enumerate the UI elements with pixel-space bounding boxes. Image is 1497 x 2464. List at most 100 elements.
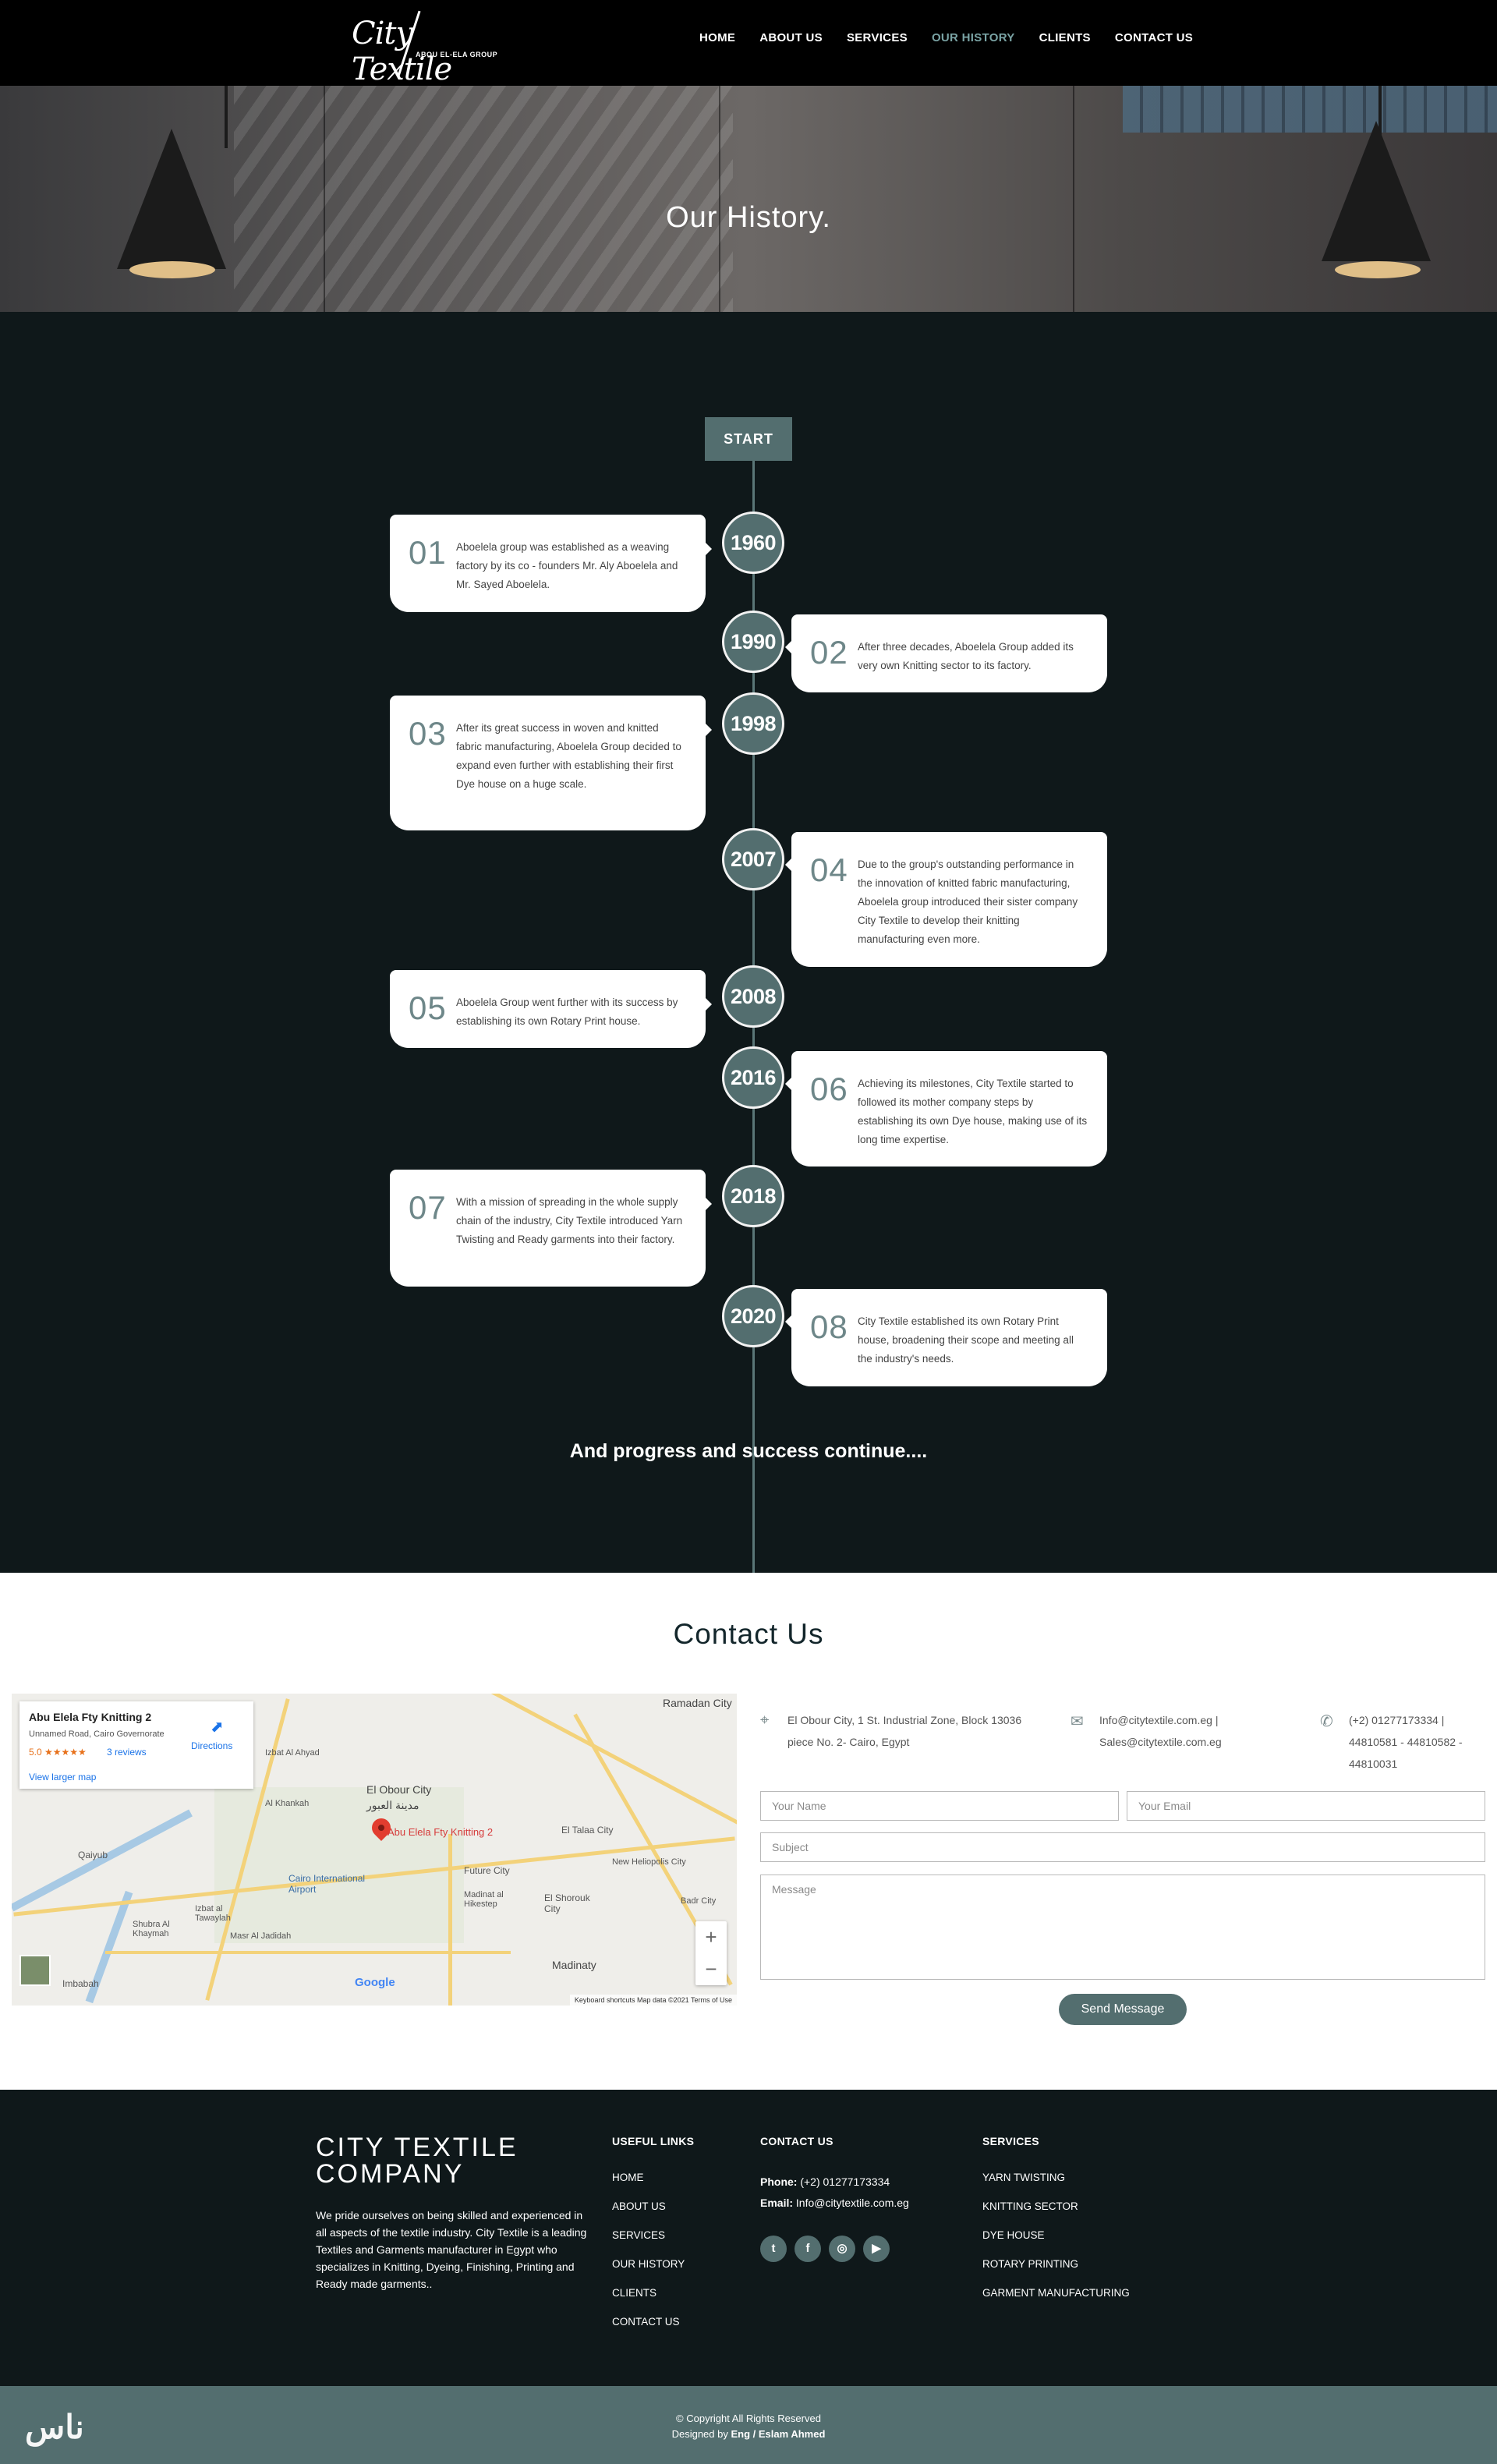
services-heading: SERVICES [982, 2135, 1039, 2147]
timeline-card-number: 04 [810, 851, 848, 888]
zoom-out-button[interactable]: − [695, 1953, 727, 1985]
copyright-bar: ناس © Copyright All Rights Reserved Desi… [0, 2386, 1497, 2464]
contact-phones: (+2) 01277173334 | 44810581 - 44810582 -… [1349, 1714, 1463, 1770]
phone-icon: ✆ [1320, 1713, 1333, 1730]
google-map[interactable]: Ramadan City El Obour City مدينة العبور … [12, 1694, 737, 2006]
email-input[interactable]: Your Email [1127, 1791, 1485, 1821]
timeline-card-number: 07 [409, 1189, 447, 1226]
twitter-icon[interactable]: t [760, 2236, 787, 2262]
timeline-start-badge: START [705, 417, 792, 461]
designed-by-label: Designed by [671, 2428, 728, 2440]
timeline-card-number: 01 [409, 534, 447, 571]
location-pin-icon: ⌖ [760, 1712, 770, 1729]
facebook-icon[interactable]: f [795, 2236, 821, 2262]
map-label: Badr City [681, 1896, 717, 1906]
map-label: Cairo International Airport [288, 1873, 366, 1895]
timeline-year: 2020 [722, 1285, 784, 1347]
timeline-card: 07 With a mission of spreading in the wh… [390, 1170, 712, 1287]
hero-banner: Our History. [0, 86, 1497, 312]
timeline-card-text: Achieving its milestones, City Textile s… [858, 1078, 1088, 1145]
footer-service-knitting-sector[interactable]: KNITTING SECTOR [982, 2200, 1130, 2229]
map-label: Shubra Al Khaymah [133, 1920, 170, 1938]
footer-link-our-history[interactable]: OUR HISTORY [612, 2258, 685, 2287]
map-label: New Heliopolis City [612, 1857, 686, 1867]
google-logo: Google [355, 1976, 395, 1989]
nav-home[interactable]: HOME [699, 31, 735, 44]
contact-emails: Info@citytextile.com.eg | Sales@citytext… [1099, 1714, 1222, 1748]
map-rating: 5.0 ★★★★★ [29, 1747, 87, 1758]
footer-link-services[interactable]: SERVICES [612, 2229, 685, 2258]
site-footer: CITY TEXTILE COMPANY We pride ourselves … [0, 2090, 1497, 2386]
timeline-card-text: Aboelela Group went further with its suc… [456, 997, 678, 1027]
map-attribution[interactable]: Keyboard shortcuts Map data ©2021 Terms … [569, 1995, 737, 2006]
footer-link-about-us[interactable]: ABOUT US [612, 2200, 685, 2229]
site-logo[interactable]: City Textile ABOU EL-ELA GROUP [316, 0, 499, 87]
nav-our-history[interactable]: OUR HISTORY [932, 31, 1015, 44]
designed-by-line: Designed by Eng / Eslam Ahmed [0, 2427, 1497, 2442]
footer-link-contact-us[interactable]: CONTACT US [612, 2316, 685, 2345]
footer-contact-heading: CONTACT US [760, 2135, 833, 2147]
footer-link-home[interactable]: HOME [612, 2172, 685, 2200]
envelope-icon: ✉ [1071, 1713, 1084, 1730]
timeline-card-text: City Textile established its own Rotary … [858, 1315, 1074, 1365]
map-road [448, 1834, 452, 2006]
timeline-card: 08 City Textile established its own Rota… [785, 1289, 1107, 1386]
designer-name[interactable]: Eng / Eslam Ahmed [731, 2428, 826, 2440]
pendant-lamp [1322, 121, 1431, 261]
contact-section: Contact Us Ramadan City El Obour City مد… [0, 1573, 1497, 2090]
timeline-card-number: 02 [810, 634, 848, 671]
timeline-card-number: 05 [409, 989, 447, 1026]
nav-clients[interactable]: CLIENTS [1039, 31, 1091, 44]
hero-window [1123, 86, 1497, 133]
subject-input[interactable]: Subject [760, 1832, 1485, 1862]
map-road [105, 1951, 511, 1954]
lamp-glow [129, 261, 215, 278]
directions-link[interactable]: Directions [191, 1740, 232, 1751]
timeline-card-text: Due to the group's outstanding performan… [858, 859, 1078, 945]
timeline-card-text: After three decades, Aboelela Group adde… [858, 641, 1074, 671]
nav-about-us[interactable]: ABOUT US [759, 31, 823, 44]
hero-panel-seam [719, 86, 720, 312]
nav-contact-us[interactable]: CONTACT US [1115, 31, 1193, 44]
map-label: Abu Elela Fty Knitting 2 [388, 1826, 494, 1838]
map-label: Qaiyub [78, 1850, 108, 1860]
timeline-card-number: 08 [810, 1308, 848, 1345]
hero-light-stripes [234, 86, 733, 312]
map-reviews-link[interactable]: 3 reviews [107, 1747, 147, 1758]
email-label: Email: [760, 2197, 794, 2209]
footer-link-clients[interactable]: CLIENTS [612, 2287, 685, 2316]
view-larger-map-link[interactable]: View larger map [29, 1772, 96, 1783]
map-satellite-toggle[interactable] [19, 1955, 51, 1986]
footer-brand: CITY TEXTILE COMPANY [316, 2133, 518, 2189]
footer-service-garment-manufacturing[interactable]: GARMENT MANUFACTURING [982, 2287, 1130, 2316]
timeline-year: 1960 [722, 512, 784, 574]
contact-address: El Obour City, 1 St. Industrial Zone, Bl… [787, 1714, 1022, 1748]
hero-panel-seam [324, 86, 325, 312]
timeline-card-text: With a mission of spreading in the whole… [456, 1196, 683, 1245]
map-label: Izbat Al Ahyad [265, 1748, 320, 1758]
timeline-card: 04 Due to the group's outstanding perfor… [785, 832, 1107, 967]
footer-services-list: YARN TWISTING KNITTING SECTOR DYE HOUSE … [982, 2172, 1130, 2316]
message-textarea[interactable]: Message [760, 1875, 1485, 1980]
footer-service-yarn-twisting[interactable]: YARN TWISTING [982, 2172, 1130, 2200]
instagram-icon[interactable]: ◎ [829, 2236, 855, 2262]
contact-title: Contact Us [673, 1618, 824, 1650]
lamp-glow [1335, 261, 1421, 278]
send-message-button[interactable]: Send Message [1059, 1994, 1187, 2025]
name-input[interactable]: Your Name [760, 1791, 1119, 1821]
youtube-icon[interactable]: ▶ [863, 2236, 890, 2262]
map-label: Madinaty [552, 1959, 596, 1971]
pendant-lamp [117, 129, 226, 269]
footer-phone: (+2) 01277173334 [800, 2175, 890, 2188]
footer-service-rotary-printing[interactable]: ROTARY PRINTING [982, 2258, 1130, 2287]
footer-email[interactable]: Info@citytextile.com.eg [796, 2197, 909, 2209]
timeline-card: 01 Aboelela group was established as a w… [390, 515, 712, 612]
directions-icon[interactable]: ⬈ [211, 1717, 224, 1736]
footer-service-dye-house[interactable]: DYE HOUSE [982, 2229, 1130, 2258]
nav-services[interactable]: SERVICES [847, 31, 908, 44]
timeline-year: 1990 [722, 611, 784, 673]
timeline-card-number: 06 [810, 1071, 848, 1107]
map-place-address: Unnamed Road, Cairo Governorate [29, 1729, 165, 1739]
zoom-in-button[interactable]: + [695, 1921, 727, 1953]
useful-links-heading: USEFUL LINKS [612, 2135, 695, 2147]
